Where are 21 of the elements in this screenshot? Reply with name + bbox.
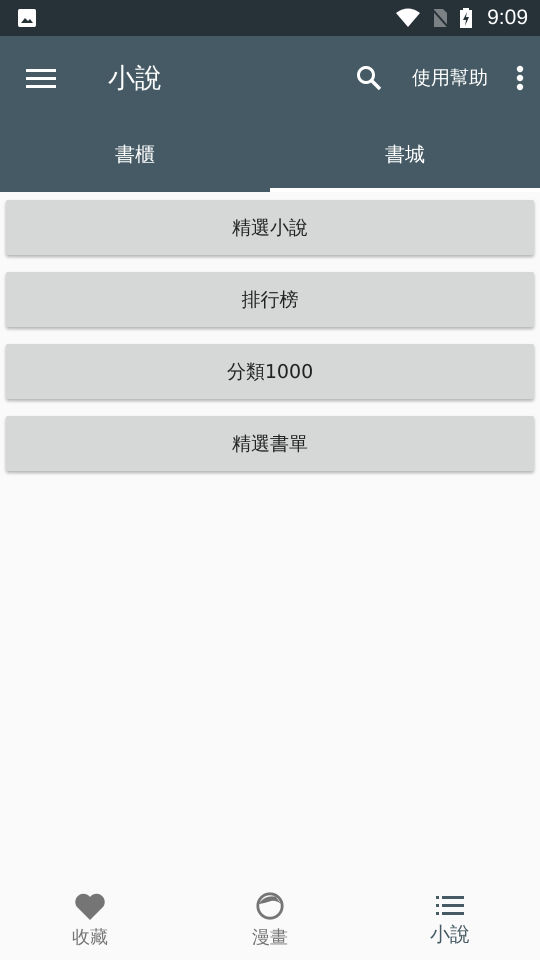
person-icon xyxy=(255,891,285,921)
nav-item[interactable]: 漫畫 xyxy=(180,880,360,960)
tab[interactable]: 書櫃 xyxy=(0,120,270,192)
search-button[interactable] xyxy=(356,65,382,91)
more-button[interactable] xyxy=(516,65,524,91)
menu-button[interactable] xyxy=(26,67,56,89)
menu-option-button[interactable]: 精選小說 xyxy=(6,200,534,255)
app-title: 小說 xyxy=(108,62,162,96)
nav-item[interactable]: 收藏 xyxy=(0,880,180,960)
nav-item[interactable]: 小說 xyxy=(360,880,540,960)
battery-icon xyxy=(459,7,474,29)
tab[interactable]: 書城 xyxy=(270,120,540,192)
image-icon xyxy=(17,8,37,28)
menu-option-button[interactable]: 排行榜 xyxy=(6,272,534,327)
help-button[interactable]: 使用幫助 xyxy=(412,65,488,91)
menu-option-button[interactable]: 精選書單 xyxy=(6,416,534,471)
wifi-icon xyxy=(395,8,422,28)
heart-icon xyxy=(74,891,106,921)
clock: 9:09 xyxy=(487,6,528,30)
no-sim-icon xyxy=(431,8,450,28)
menu-option-button[interactable]: 分類1000 xyxy=(6,344,534,399)
